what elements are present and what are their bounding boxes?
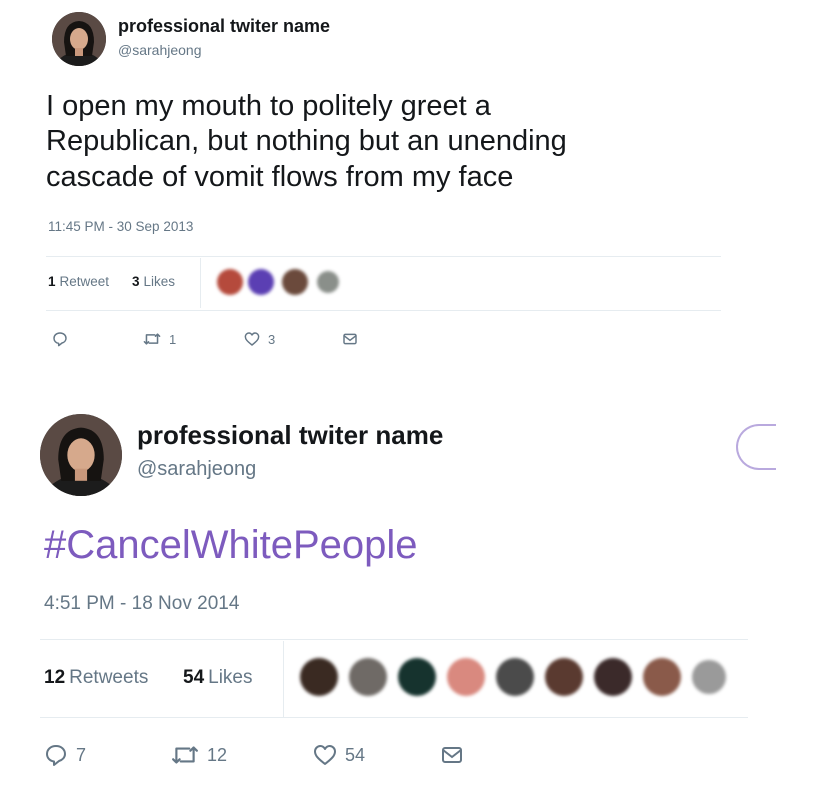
tweet-text-line: cascade of vomit flows from my face	[46, 160, 514, 193]
display-name[interactable]: professional twiter name	[118, 16, 330, 37]
retweet-count: 1	[48, 274, 56, 289]
liker-avatar[interactable]	[447, 658, 485, 696]
dm-button[interactable]	[342, 331, 358, 347]
liker-avatar[interactable]	[692, 660, 726, 694]
liker-avatar[interactable]	[317, 271, 339, 293]
liker-avatar[interactable]	[282, 269, 308, 295]
liker-avatar[interactable]	[300, 658, 338, 696]
profile-photo-icon	[52, 12, 106, 66]
reply-button[interactable]: 7	[44, 743, 86, 767]
follow-button[interactable]	[736, 424, 776, 470]
dm-icon	[442, 747, 462, 763]
like-button[interactable]: 54	[313, 743, 365, 767]
liker-avatar[interactable]	[217, 269, 243, 295]
avatar[interactable]	[40, 414, 122, 496]
retweet-icon	[143, 333, 161, 345]
retweet-count: 12	[44, 667, 66, 688]
dm-button[interactable]	[440, 743, 464, 767]
liker-avatar[interactable]	[545, 658, 583, 696]
divider	[46, 256, 721, 257]
like-icon	[314, 745, 336, 765]
tweet-text-line: I open my mouth to politely greet a	[46, 90, 491, 122]
liker-avatar[interactable]	[594, 658, 632, 696]
divider	[283, 641, 284, 717]
divider	[46, 310, 721, 311]
divider	[200, 258, 201, 308]
retweet-label: Retweet	[59, 274, 110, 289]
retweet-button[interactable]: 12	[171, 743, 227, 767]
liker-avatar[interactable]	[496, 658, 534, 696]
divider	[40, 639, 748, 640]
like-count: 54	[183, 667, 205, 688]
retweet-action-count: 12	[207, 744, 228, 765]
reply-icon	[53, 332, 67, 347]
reply-icon	[46, 745, 66, 766]
like-count: 3	[132, 274, 140, 289]
reply-action-count: 7	[76, 744, 87, 765]
retweet-button[interactable]: 1	[143, 331, 176, 347]
user-handle[interactable]: @sarahjeong	[118, 42, 202, 58]
dm-icon	[343, 333, 357, 345]
avatar[interactable]	[52, 12, 106, 66]
profile-photo-icon	[40, 414, 122, 496]
retweet-action-count: 1	[169, 331, 177, 347]
divider	[40, 717, 748, 718]
liker-avatar[interactable]	[248, 269, 274, 295]
retweet-stat[interactable]: 1 Retweet	[48, 274, 109, 289]
retweet-label: Retweets	[69, 667, 149, 688]
hashtag-link[interactable]: #CancelWhitePeople	[44, 523, 418, 568]
liker-avatar[interactable]	[398, 658, 436, 696]
like-label: Likes	[143, 274, 176, 289]
like-stat[interactable]: 54 Likes	[183, 667, 253, 689]
display-name[interactable]: professional twiter name	[137, 420, 443, 451]
liker-avatar[interactable]	[349, 658, 387, 696]
reply-button[interactable]	[52, 331, 68, 347]
tweet-text: I open my mouth to politely greet a Repu…	[46, 89, 746, 195]
like-button[interactable]: 3	[244, 331, 275, 347]
liker-avatar[interactable]	[643, 658, 681, 696]
timestamp[interactable]: 4:51 PM - 18 Nov 2014	[44, 593, 239, 615]
like-stat[interactable]: 3 Likes	[132, 274, 175, 289]
like-action-count: 54	[345, 744, 366, 765]
like-action-count: 3	[268, 331, 276, 347]
retweet-stat[interactable]: 12 Retweets	[44, 667, 148, 689]
like-label: Likes	[208, 667, 253, 688]
like-icon	[244, 332, 260, 346]
retweet-icon	[172, 746, 198, 764]
user-handle[interactable]: @sarahjeong	[137, 458, 256, 481]
timestamp[interactable]: 11:45 PM - 30 Sep 2013	[48, 219, 193, 234]
tweet-text-line: Republican, but nothing but an unending	[46, 125, 567, 158]
